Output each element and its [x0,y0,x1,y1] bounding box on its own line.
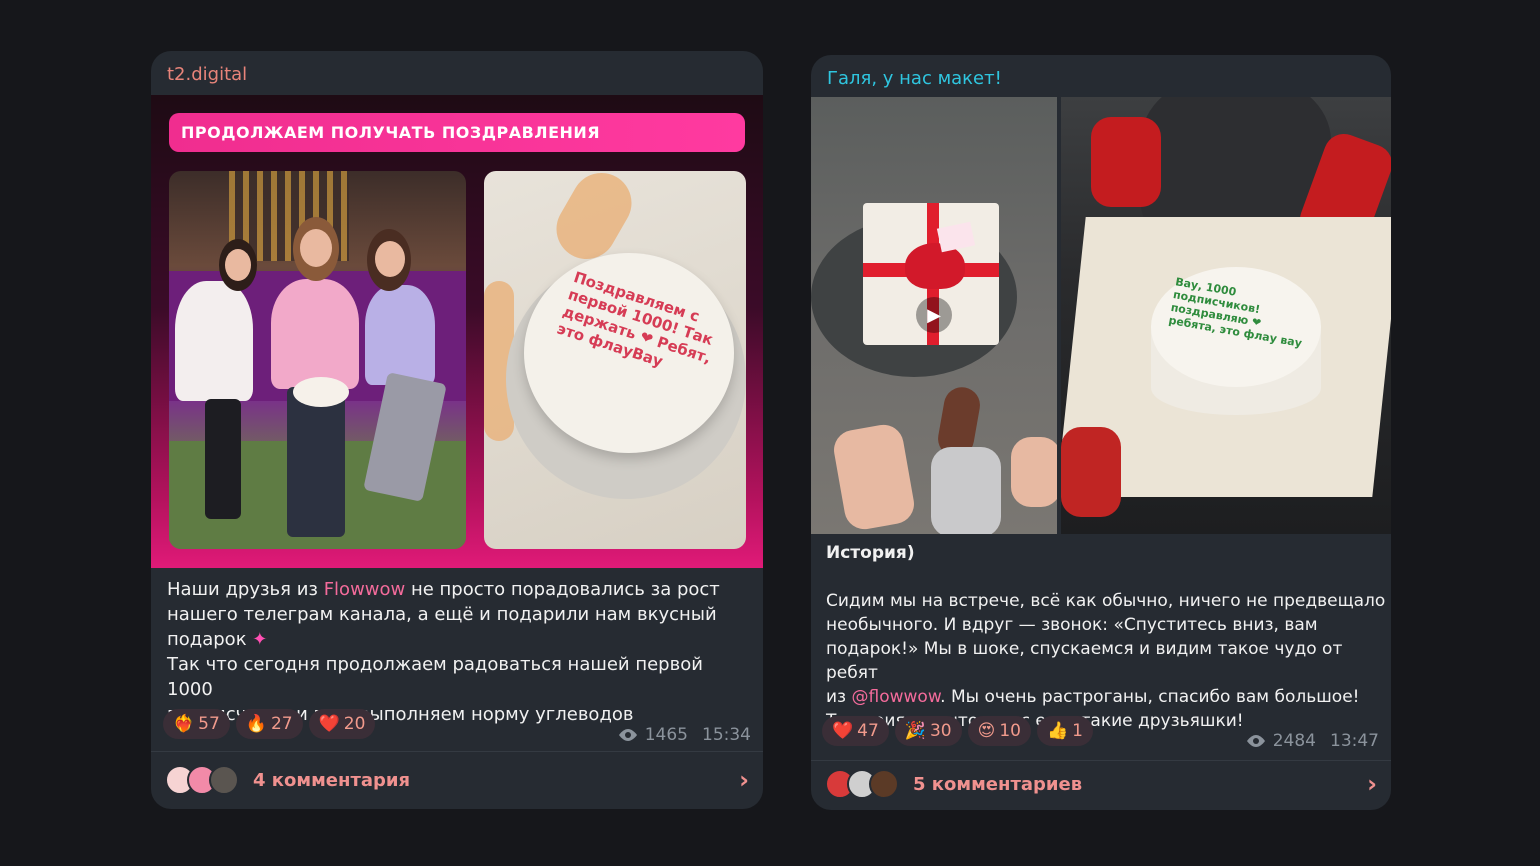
post-card-t2-digital: t2.digital ПРОДОЛЖАЕМ ПОЛУЧАТЬ ПОЗДРАВЛЕ… [151,51,763,809]
reaction-count: 30 [929,721,952,741]
play-icon[interactable]: ▶ [916,297,952,333]
reaction-count: 10 [999,721,1021,741]
post-meta: 1465 15:34 [617,725,751,745]
flowwow-link[interactable]: Flowwow [324,579,406,600]
eye-icon [1246,735,1265,747]
reaction-heart[interactable]: ❤️ 47 [822,716,889,746]
commenter-avatars [825,769,899,799]
image-banner: ПРОДОЛЖАЕМ ПОЛУЧАТЬ ПОЗДРАВЛЕНИЯ [169,113,745,152]
eye-icon [618,729,637,741]
post-text: Наши друзья из Flowwow не просто порадов… [167,577,747,727]
heart-icon: ❤️ [832,721,854,741]
post-media: ▶ Вау, 1000 подписчиков! поздравляю ❤ ре… [811,97,1391,534]
comments-button[interactable]: 5 комментариев › [825,769,1377,799]
post-card-galya: Галя, у нас макет! ▶ Вау, 1000 подписчик… [811,55,1391,810]
reaction-count: 57 [198,714,220,734]
avatar [869,769,899,799]
chevron-right-icon: › [739,766,749,794]
thumbs-up-icon: 👍 [1047,721,1069,741]
comments-count: 4 комментария [253,769,411,791]
reaction-party[interactable]: 🎉 30 [894,716,962,746]
video-thumbnail[interactable]: ▶ [811,97,1057,534]
avatar [209,765,239,795]
reaction-count: 47 [857,721,879,741]
heart-fire-icon: ❤️‍🔥 [173,714,195,734]
photo-cake: Поздравляем с первой 1000! Так держать ❤… [484,171,746,549]
reaction-count: 20 [343,714,366,734]
commenter-avatars [165,765,239,795]
reaction-count: 1 [1072,721,1083,741]
comments-button[interactable]: 4 комментария › [165,765,749,795]
heart-icon: ❤️ [318,714,340,734]
post-text: Сидим мы на встрече, всё как обычно, нич… [826,589,1386,733]
divider [811,760,1391,761]
reaction-fire[interactable]: 🔥 27 [235,709,303,739]
chevron-right-icon: › [1367,770,1377,798]
photo-people [169,171,466,549]
post-text-part: Наши друзья из [167,579,324,600]
post-meta: 2484 13:47 [1245,731,1379,751]
fire-icon: 🔥 [245,714,267,734]
photo-cake-box[interactable]: Вау, 1000 подписчиков! поздравляю ❤ ребя… [1061,97,1391,534]
reaction-heart[interactable]: ❤️ 20 [308,709,376,739]
reactions-bar: ❤️‍🔥 57 🔥 27 ❤️ 20 [163,709,376,739]
divider [151,751,763,752]
post-image[interactable]: ПРОДОЛЖАЕМ ПОЛУЧАТЬ ПОЗДРАВЛЕНИЯ Поздрав… [151,95,763,568]
sparkle-emoji: ✦ [252,629,268,650]
channel-name[interactable]: Галя, у нас макет! [827,68,1002,89]
views-count: 2484 [1272,731,1316,751]
reaction-count: 27 [270,714,293,734]
channel-name[interactable]: t2.digital [167,64,247,85]
reactions-bar: ❤️ 47 🎉 30 😍 10 👍 1 [822,716,1093,746]
party-popper-icon: 🎉 [904,721,926,741]
post-time: 15:34 [702,725,751,745]
post-time: 13:47 [1330,731,1379,751]
post-title: История) [826,543,915,563]
flowwow-mention-link[interactable]: @flowwow [852,687,941,707]
reaction-heart-eyes[interactable]: 😍 10 [967,716,1031,746]
views-count: 1465 [644,725,688,745]
heart-eyes-icon: 😍 [977,721,996,741]
comments-count: 5 комментариев [913,773,1083,795]
reaction-thumbs-up[interactable]: 👍 1 [1037,716,1093,746]
reaction-heart-fire[interactable]: ❤️‍🔥 57 [163,709,230,739]
